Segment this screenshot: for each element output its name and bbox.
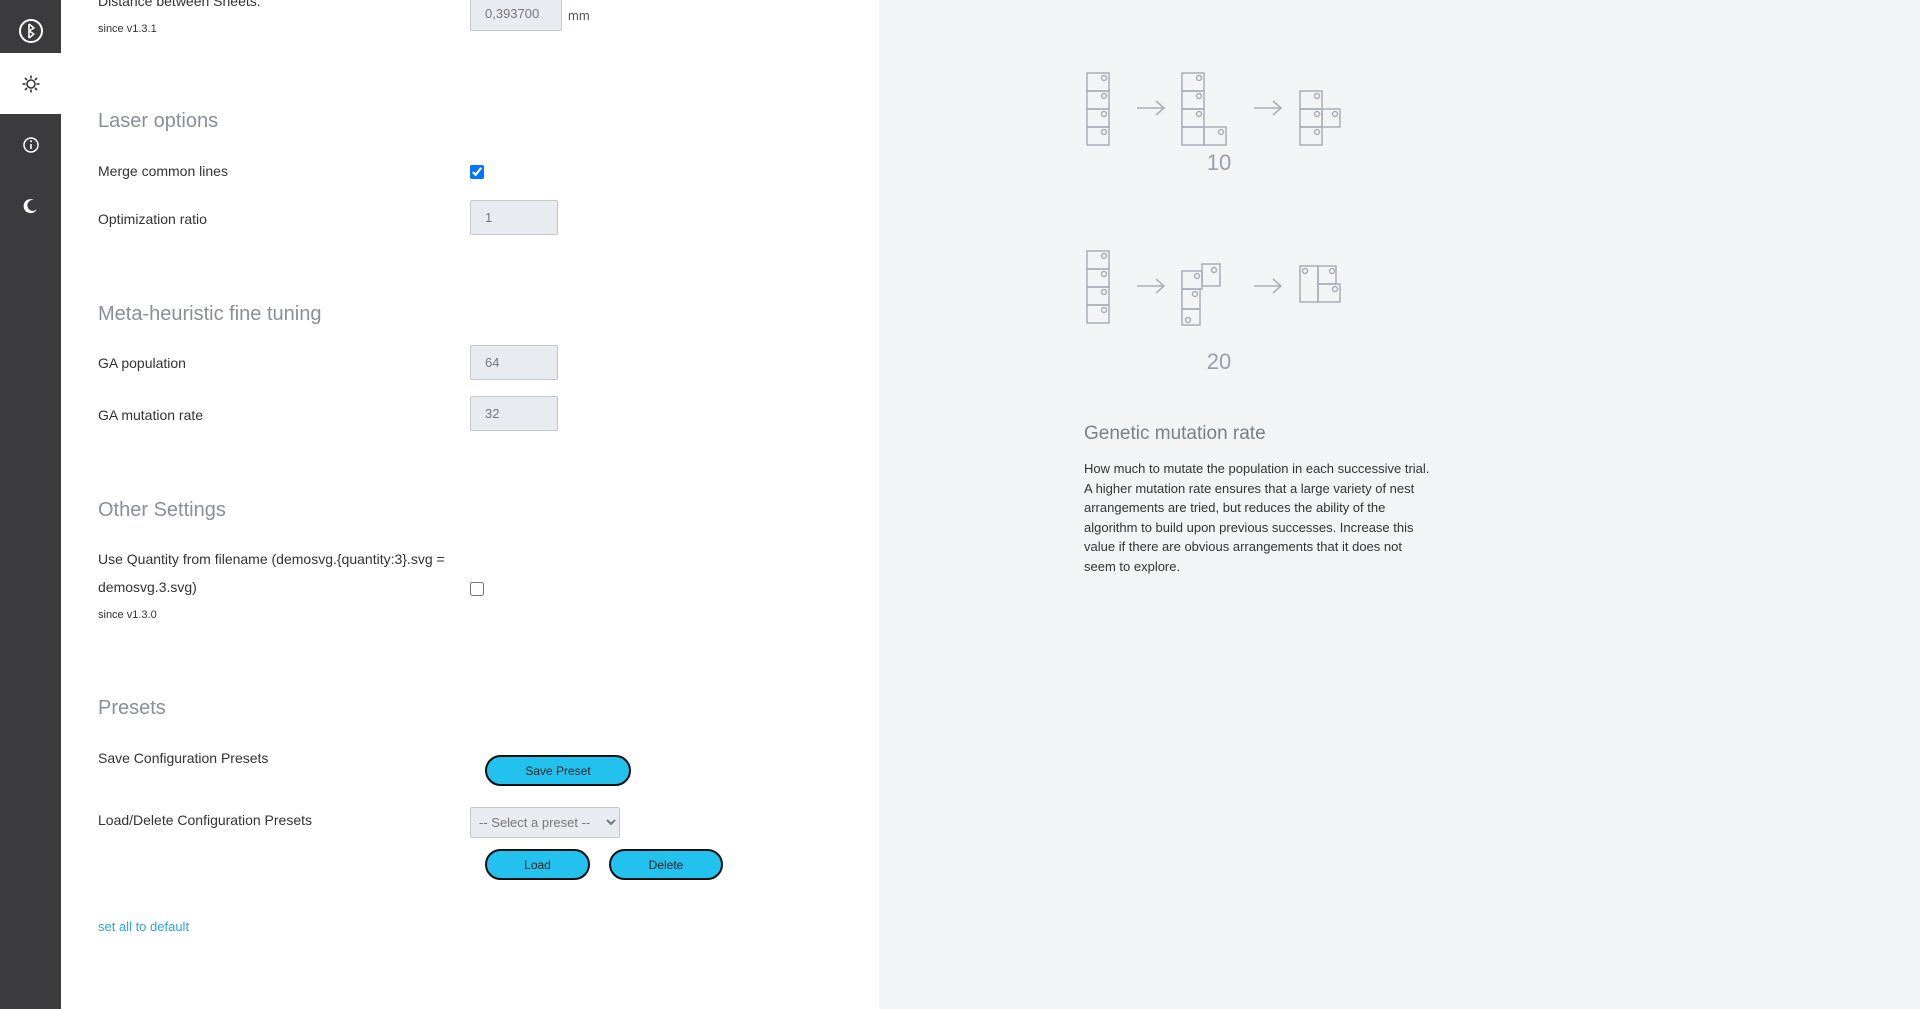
laser-options-title: Laser options xyxy=(98,110,219,132)
quantity-filename-checkbox[interactable] xyxy=(470,582,484,596)
meta-heuristic-title: Meta-heuristic fine tuning xyxy=(98,303,322,325)
set-all-default-link[interactable]: set all to default xyxy=(98,919,189,934)
sheet-distance-since: since v1.3.1 xyxy=(98,23,157,35)
nav-settings[interactable] xyxy=(0,53,61,114)
ga-population-input[interactable] xyxy=(470,345,558,380)
ga-mutation-input[interactable] xyxy=(470,396,558,431)
sheet-distance-label: Distance between Sheets: xyxy=(98,0,261,9)
help-description: How much to mutate the population in eac… xyxy=(1084,461,1430,574)
moon-icon xyxy=(23,198,37,213)
nav-dark-mode[interactable] xyxy=(0,175,61,236)
info-icon xyxy=(22,136,39,153)
presets-title: Presets xyxy=(98,697,166,719)
quantity-filename-label-line1: Use Quantity from filename (demosvg.{qua… xyxy=(98,551,445,567)
settings-panel: Distance between Sheets: mm since v1.3.1… xyxy=(61,0,879,1009)
merge-lines-label: Merge common lines xyxy=(98,163,228,179)
ga-population-label: GA population xyxy=(98,355,186,371)
load-delete-presets-label: Load/Delete Configuration Presets xyxy=(98,812,313,828)
sheet-distance-unit: mm xyxy=(568,8,590,23)
ga-mutation-label: GA mutation rate xyxy=(98,407,204,423)
save-preset-button[interactable]: Save Preset xyxy=(485,755,631,786)
sheet-distance-input[interactable] xyxy=(470,0,562,31)
nav-info[interactable] xyxy=(0,114,61,175)
diagram-20-value: 20 xyxy=(1206,349,1232,374)
optimization-ratio-input[interactable] xyxy=(470,200,558,235)
preset-select[interactable]: -- Select a preset -- xyxy=(470,807,620,838)
quantity-filename-since: since v1.3.0 xyxy=(98,609,157,621)
help-title: Genetic mutation rate xyxy=(1084,423,1266,444)
save-presets-label: Save Configuration Presets xyxy=(98,750,269,766)
gear-icon xyxy=(22,75,39,92)
load-preset-button[interactable]: Load xyxy=(485,849,590,880)
logo-icon xyxy=(18,18,43,43)
merge-lines-checkbox[interactable] xyxy=(470,165,484,179)
help-panel: 10 20 Genetic mutation rate How much to … xyxy=(879,0,1920,1009)
optimization-ratio-label: Optimization ratio xyxy=(98,211,207,227)
quantity-filename-label-line2: demosvg.3.svg) xyxy=(98,579,197,595)
mutation-diagram-10 xyxy=(1086,72,1341,146)
nav-home[interactable] xyxy=(0,0,61,61)
diagram-10-value: 10 xyxy=(1206,150,1232,175)
mutation-diagram-20 xyxy=(1086,250,1341,326)
other-settings-title: Other Settings xyxy=(98,499,226,521)
delete-preset-button[interactable]: Delete xyxy=(609,849,723,880)
sidebar xyxy=(0,0,61,1009)
